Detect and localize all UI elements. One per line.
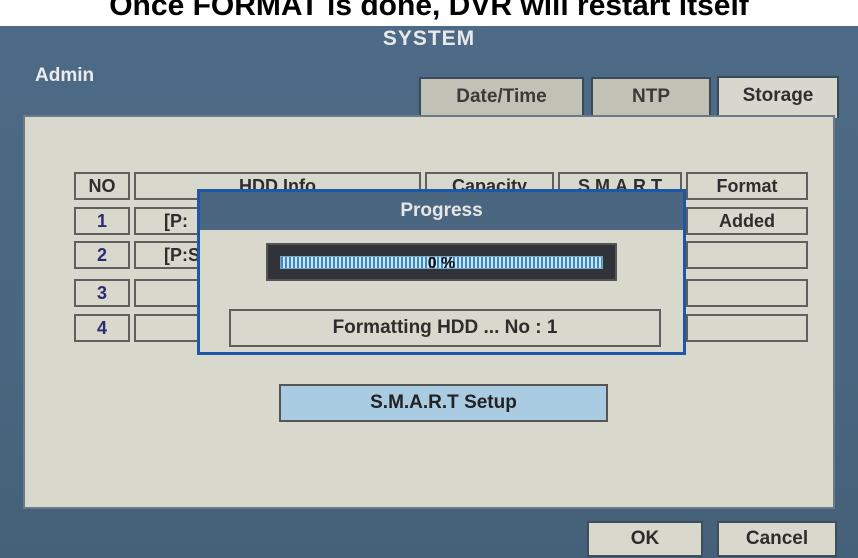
format-status-text: Formatting HDD ... No : 1	[229, 309, 661, 347]
table-row-4-no: 4	[74, 314, 130, 342]
table-row-2-no: 2	[74, 241, 130, 269]
progress-bar-frame: 0 %	[266, 243, 617, 281]
cancel-button[interactable]: Cancel	[717, 521, 837, 557]
tab-ntp[interactable]: NTP	[591, 77, 711, 115]
table-row-4-format[interactable]	[686, 314, 808, 342]
table-row-1-format[interactable]: Added	[686, 207, 808, 235]
progress-dialog: Progress 0 % Formatting HDD ... No : 1	[197, 189, 686, 355]
table-row-1-no: 1	[74, 207, 130, 235]
smart-setup-button[interactable]: S.M.A.R.T Setup	[279, 384, 608, 422]
column-header-no: NO	[74, 172, 130, 200]
table-row-2-format[interactable]	[686, 241, 808, 269]
tab-storage[interactable]: Storage	[717, 76, 839, 118]
progress-percent: 0 %	[427, 255, 456, 272]
progress-bar: 0 %	[280, 255, 603, 272]
user-label: Admin	[35, 65, 95, 86]
instruction-caption: Once FORMAT is done, DVR will restart it…	[109, 0, 749, 22]
tab-date-time[interactable]: Date/Time	[419, 77, 584, 115]
ok-button[interactable]: OK	[587, 521, 703, 557]
table-row-3-format[interactable]	[686, 279, 808, 307]
window-title: SYSTEM	[382, 27, 476, 50]
progress-dialog-title: Progress	[200, 192, 683, 230]
table-row-3-no: 3	[74, 279, 130, 307]
column-header-format: Format	[686, 172, 808, 200]
